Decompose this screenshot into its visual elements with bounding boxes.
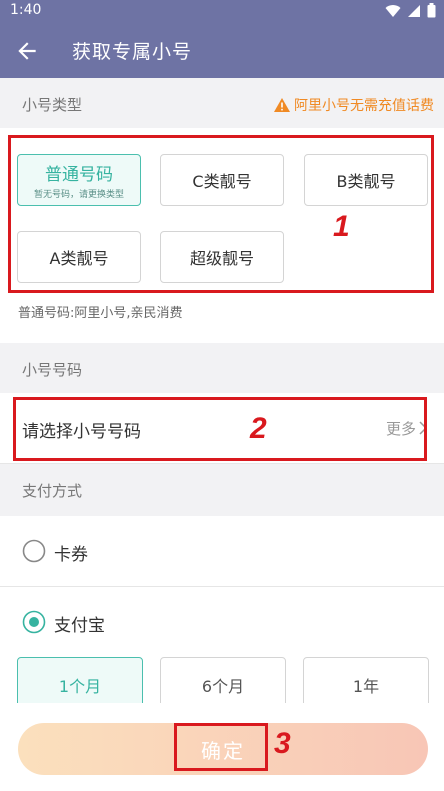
payment-option-coupon[interactable]: 卡券 <box>0 516 444 587</box>
back-arrow-icon[interactable] <box>14 38 40 64</box>
more-link[interactable]: 更多 <box>386 418 416 439</box>
type-chip-label: A类靓号 <box>49 249 109 268</box>
type-chip-normal[interactable]: 普通号码 暂无号码，请更换类型 <box>17 154 141 206</box>
type-chip-super[interactable]: 超级靓号 <box>160 231 284 283</box>
chevron-right-icon <box>419 421 428 435</box>
select-number-label: 请选择小号号码 <box>22 422 141 442</box>
radio-unchecked-icon <box>22 539 46 563</box>
period-chip-label: 6个月 <box>201 677 245 696</box>
status-icons <box>385 3 436 18</box>
confirm-button[interactable]: 确定 <box>18 723 428 775</box>
type-hint: 普通号码:阿里小号,亲民消费 <box>18 306 183 321</box>
type-chip-label: C类靓号 <box>192 172 252 191</box>
payment-section-header: 支付方式 <box>0 464 444 516</box>
signal-icon <box>408 4 420 17</box>
period-options-panel: 1个月 6个月 1年 <box>0 657 444 713</box>
battery-icon <box>427 3 436 18</box>
warning-notice: 阿里小号无需充值话费 <box>274 95 434 115</box>
wifi-icon <box>385 4 401 17</box>
page-title: 获取专属小号 <box>72 41 193 63</box>
type-chip-label: 普通号码 <box>45 165 113 185</box>
status-bar: 1:40 <box>0 0 444 22</box>
radio-checked-icon <box>22 610 46 634</box>
app-bar: 获取专属小号 <box>0 22 444 78</box>
type-options-panel: 普通号码 暂无号码，请更换类型 C类靓号 B类靓号 A类靓号 超级靓号 <box>0 128 444 293</box>
number-section-header: 小号号码 <box>0 343 444 393</box>
status-time: 1:40 <box>10 2 42 18</box>
number-section-label: 小号号码 <box>22 361 83 379</box>
warning-text: 阿里小号无需充值话费 <box>294 98 434 114</box>
payment-option-label: 卡券 <box>54 545 88 565</box>
payment-option-label: 支付宝 <box>54 616 105 636</box>
type-chip-label: B类靓号 <box>336 172 396 191</box>
warning-icon <box>274 98 290 112</box>
type-chip-a[interactable]: A类靓号 <box>17 231 141 283</box>
payment-option-alipay[interactable]: 支付宝 <box>0 587 444 657</box>
type-chip-sub: 暂无号码，请更换类型 <box>33 190 124 200</box>
type-hint-row: 普通号码:阿里小号,亲民消费 <box>0 293 444 343</box>
select-number-row[interactable]: 请选择小号号码 更多 <box>0 393 444 464</box>
type-section-header: 小号类型 阿里小号无需充值话费 <box>0 78 444 128</box>
period-chip-label: 1年 <box>352 677 380 696</box>
type-chip-label: 超级靓号 <box>189 249 254 268</box>
bottom-bar: 确定 <box>0 703 444 791</box>
period-chip-label: 1个月 <box>58 677 102 696</box>
type-chip-c[interactable]: C类靓号 <box>160 154 284 206</box>
type-chip-b[interactable]: B类靓号 <box>304 154 428 206</box>
payment-section-label: 支付方式 <box>22 482 83 500</box>
type-section-label: 小号类型 <box>22 96 83 114</box>
